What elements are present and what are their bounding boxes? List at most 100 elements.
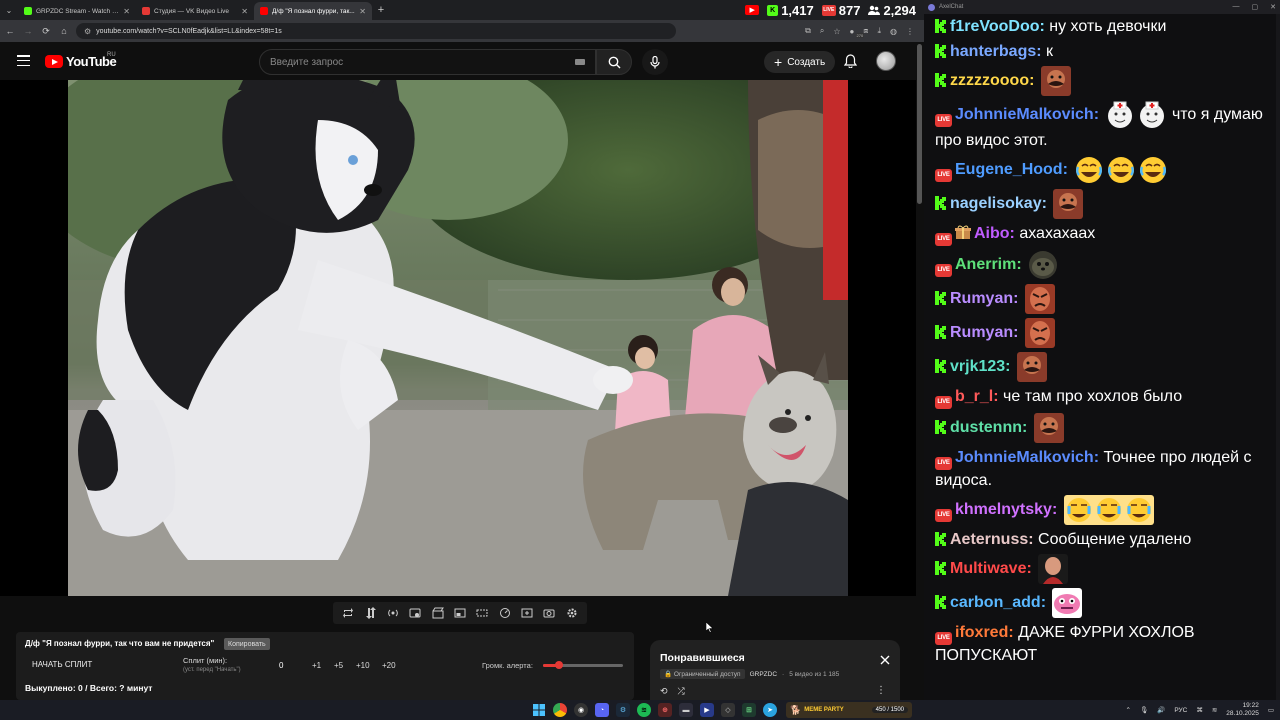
close-icon[interactable] [880,655,890,665]
repeat-icon[interactable]: ⟲ [660,686,668,697]
chat-username[interactable]: JohnnieMalkovich [955,106,1094,123]
add-frame-icon[interactable] [521,607,533,619]
chat-username[interactable]: vrjk123 [950,358,1005,375]
video-player[interactable] [0,80,916,596]
chat-username[interactable]: Aibo [974,225,1010,242]
fullwidth-icon[interactable] [476,607,488,619]
chat-username[interactable]: Multiwave [950,560,1026,577]
tab-search-icon[interactable]: ⌄ [0,0,18,20]
network-icon[interactable]: ⌘ [1196,706,1203,714]
screenshot-camera-icon[interactable] [543,607,555,619]
chat-username[interactable]: zzzzzoooo [950,72,1029,89]
playlist-title[interactable]: Понравившиеся [660,652,745,664]
copy-button[interactable]: Копировать [224,638,270,650]
shuffle-icon[interactable]: ⤮ [678,686,685,697]
hamburger-menu-icon[interactable] [17,55,30,66]
wifi-icon[interactable]: ≋ [1212,706,1217,714]
create-button[interactable]: + Создать [764,51,836,73]
notifications-bell-icon[interactable] [842,53,858,69]
playlist-owner[interactable]: GRPZDC [750,671,777,678]
language-indicator[interactable]: РУС [1174,707,1187,714]
chat-username[interactable]: khmelnytsky [955,501,1052,518]
obs-icon[interactable]: ◉ [574,703,588,717]
close-window-icon[interactable]: ✕ [1270,3,1276,11]
gear-icon[interactable] [566,607,578,619]
tab-close-icon[interactable]: ✕ [241,7,248,16]
chat-username[interactable]: carbon_add [950,594,1041,611]
install-icon[interactable]: ⧉ [805,26,811,36]
increment-1-button[interactable]: +1 [312,661,321,670]
chat-username[interactable]: nagelisokay [950,195,1042,212]
alert-volume-slider[interactable] [543,661,623,669]
telegram-icon[interactable]: ➤ [763,703,777,717]
clock[interactable]: 19:22 28.10.2025 [1226,702,1259,718]
microphone-tray-icon[interactable]: 🎙 [1140,706,1148,714]
app-dark-icon[interactable]: ◇ [721,703,735,717]
bookmark-star-icon[interactable]: ☆ [833,27,840,36]
sort-icon[interactable] [365,607,377,619]
search-input[interactable] [270,56,550,68]
broadcast-icon[interactable] [387,607,399,619]
chat-username[interactable]: Eugene_Hood [955,161,1063,178]
page-scrollbar[interactable] [916,42,924,700]
app-green-icon[interactable]: ⊞ [742,703,756,717]
loop-icon[interactable] [342,607,354,619]
new-tab-button[interactable]: + [372,4,390,16]
chat-username[interactable]: hanterbags [950,43,1036,60]
tab-close-icon[interactable]: ✕ [123,7,130,16]
forward-icon[interactable]: → [22,26,34,36]
chat-scrollbar[interactable] [1276,14,1280,700]
start-split-button[interactable]: НАЧАТЬ СПЛИТ [32,660,92,669]
profile-icon[interactable]: ◍ [890,27,897,36]
keyboard-icon[interactable] [575,59,585,65]
settings-video-icon[interactable] [409,607,421,619]
browser-tab[interactable]: GRPZDC Stream - Watch Live o... ✕ [18,2,136,20]
puzzle-icon[interactable]: ⧈ [863,26,868,36]
download-icon[interactable]: ⤓ [877,26,881,36]
chrome-icon[interactable] [553,703,567,717]
search-button[interactable] [596,49,632,75]
clapperboard-icon[interactable] [432,607,444,619]
meme-party-widget[interactable]: 🐕 MEME PARTY 450 / 1500 [786,702,912,718]
account-avatar[interactable] [876,51,896,71]
home-icon[interactable]: ⌂ [58,26,70,36]
tab-close-icon[interactable]: ✕ [359,7,366,16]
chat-username[interactable]: b_r_l [955,388,993,405]
increment-10-button[interactable]: +10 [356,661,370,670]
chat-username[interactable]: f1reVooDoo [950,18,1039,35]
menu-dots-icon[interactable]: ⋮ [906,27,914,36]
discord-icon[interactable]: ◔ [595,703,609,717]
windows-start-icon[interactable] [532,703,546,717]
app-blue-icon[interactable]: ▶ [700,703,714,717]
extension-icon[interactable]: ● 270 [850,27,865,38]
browser-tab[interactable]: Д/ф "Я познал фурри, так... ✕ [254,2,372,20]
app-red-icon[interactable]: ⊕ [658,703,672,717]
page-scroll-thumb[interactable] [917,44,922,204]
chat-username[interactable]: Rumyan [950,290,1013,307]
chat-username[interactable]: dustennn [950,419,1022,436]
chat-username[interactable]: Rumyan [950,324,1013,341]
maximize-icon[interactable]: ▢ [1252,3,1259,11]
app-media-icon[interactable]: ▬ [679,703,693,717]
voice-search-button[interactable] [642,49,668,75]
back-icon[interactable]: ← [4,26,16,36]
chat-username[interactable]: Anerrim [955,256,1016,273]
increment-5-button[interactable]: +5 [334,661,343,670]
more-options-icon[interactable]: ⋮ [876,685,886,696]
video-frame[interactable] [68,80,848,596]
spotify-icon[interactable]: ≋ [637,703,651,717]
url-field[interactable]: ⚙ youtube.com/watch?v=SCLN0fEadjk&list=L… [76,23,676,39]
youtube-logo[interactable]: YouTube [45,54,117,69]
chat-username[interactable]: ifoxred [955,624,1008,641]
steam-icon[interactable]: ⚙ [616,703,630,717]
speed-icon[interactable] [499,607,511,619]
volume-icon[interactable]: 🔊 [1157,706,1165,714]
reload-icon[interactable]: ⟳ [40,26,52,37]
tray-arrow-icon[interactable]: ⌃ [1126,706,1131,714]
zoom-icon[interactable]: ⌕ [820,26,824,36]
increment-20-button[interactable]: +20 [382,661,396,670]
notification-icon[interactable]: ▭ [1268,706,1274,714]
browser-tab[interactable]: Студия — VK Видео Live ✕ [136,2,254,20]
chat-username[interactable]: JohnnieMalkovich [955,449,1094,466]
minimize-icon[interactable]: — [1233,3,1240,11]
